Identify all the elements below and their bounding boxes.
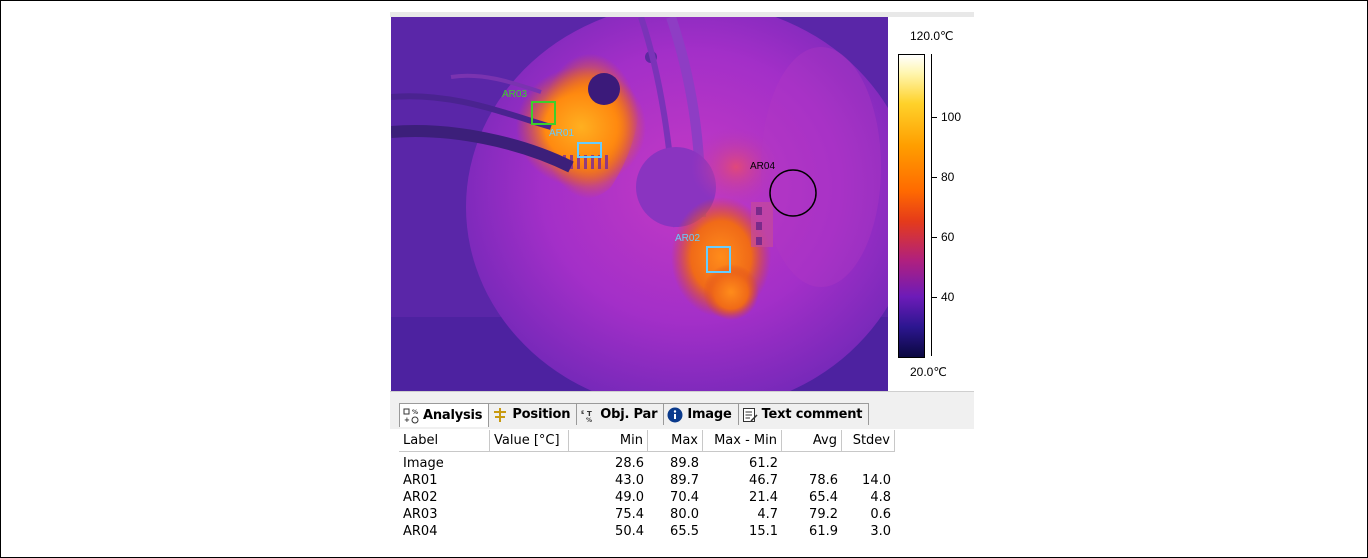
scale-tick-label: 60 <box>941 230 955 244</box>
cell-max-min: 46.7 <box>749 473 778 488</box>
table-row[interactable]: Image 28.6 89.8 61.2 <box>399 455 974 472</box>
column-header-max-min[interactable]: Max - Min <box>703 430 782 452</box>
scale-axis <box>931 54 932 356</box>
analysis-table: Label Value [°C] Min Max Max - Min Avg S… <box>399 430 974 557</box>
cell-avg: 61.9 <box>809 524 838 539</box>
temperature-scale: 120.0℃ 100 80 60 40 20.0℃ <box>888 17 974 391</box>
color-bar <box>898 54 925 358</box>
tab-label: Position <box>512 407 571 422</box>
table-header: Label Value [°C] Min Max Max - Min Avg S… <box>399 430 974 452</box>
tab-bar: % + Analysis Position ε T% Obj. Par Imag… <box>390 391 974 429</box>
table-row[interactable]: AR03 75.4 80.0 4.7 79.2 0.6 <box>399 506 974 523</box>
roi-label-ar04[interactable]: AR04 <box>750 161 775 172</box>
cell-stdev: 4.8 <box>870 490 891 505</box>
cell-max-min: 4.7 <box>757 507 778 522</box>
tab-label: Image <box>687 407 732 422</box>
cell-value <box>494 523 569 540</box>
svg-text:%: % <box>586 417 592 423</box>
thermal-image[interactable]: AR03 AR01 AR04 AR02 <box>391 17 888 391</box>
cell-min: 28.6 <box>615 456 644 471</box>
cell-max-min: 15.1 <box>749 524 778 539</box>
roi-label-ar03[interactable]: AR03 <box>502 89 527 100</box>
column-header-value[interactable]: Value [°C] <box>490 430 569 452</box>
tab-label: Analysis <box>423 408 483 423</box>
column-header-stdev[interactable]: Stdev <box>842 430 895 452</box>
cell-value <box>494 455 569 472</box>
column-header-label[interactable]: Label <box>399 430 490 452</box>
tab-position[interactable]: Position <box>488 403 578 425</box>
cell-stdev <box>842 455 891 472</box>
cell-max: 70.4 <box>670 490 699 505</box>
cell-stdev: 3.0 <box>870 524 891 539</box>
scale-min-label: 20.0℃ <box>910 365 947 379</box>
cell-max: 89.7 <box>670 473 699 488</box>
cell-label: Image <box>403 456 444 471</box>
thermal-image-canvas <box>391 17 888 391</box>
svg-text:%: % <box>412 409 418 416</box>
cell-stdev: 0.6 <box>870 507 891 522</box>
scale-tick <box>931 177 937 178</box>
scale-tick <box>931 117 937 118</box>
cell-label: AR04 <box>403 524 438 539</box>
text-comment-icon <box>742 407 758 423</box>
cell-min: 49.0 <box>615 490 644 505</box>
cell-max: 89.8 <box>670 456 699 471</box>
cell-stdev: 14.0 <box>862 473 891 488</box>
cell-value <box>494 506 569 523</box>
cell-label: AR03 <box>403 507 438 522</box>
cell-max-min: 61.2 <box>749 456 778 471</box>
tab-label: Text comment <box>761 407 863 422</box>
column-header-max[interactable]: Max <box>648 430 703 452</box>
scale-tick <box>931 297 937 298</box>
window-frame: AR03 AR01 AR04 AR02 120.0℃ 100 80 60 40 … <box>0 0 1368 558</box>
cell-max: 80.0 <box>670 507 699 522</box>
info-icon <box>667 407 683 423</box>
svg-text:ε: ε <box>581 409 584 416</box>
cell-min: 75.4 <box>615 507 644 522</box>
cell-min: 50.4 <box>615 524 644 539</box>
position-icon <box>492 407 508 423</box>
thermal-analysis-panel: AR03 AR01 AR04 AR02 120.0℃ 100 80 60 40 … <box>390 12 974 557</box>
cell-avg: 78.6 <box>809 473 838 488</box>
cell-min: 43.0 <box>615 473 644 488</box>
cell-max: 65.5 <box>670 524 699 539</box>
table-row[interactable]: AR04 50.4 65.5 15.1 61.9 3.0 <box>399 523 974 540</box>
analysis-icon: % + <box>403 408 419 424</box>
cell-label: AR02 <box>403 490 438 505</box>
scale-tick <box>931 237 937 238</box>
cell-value <box>494 472 569 489</box>
tab-analysis[interactable]: % + Analysis <box>399 403 490 427</box>
scale-tick-label: 40 <box>941 290 955 304</box>
cell-avg: 79.2 <box>809 507 838 522</box>
roi-label-ar01[interactable]: AR01 <box>549 128 574 139</box>
table-row[interactable]: AR02 49.0 70.4 21.4 65.4 4.8 <box>399 489 974 506</box>
tab-label: Obj. Par <box>600 407 658 422</box>
tab-object-parameter[interactable]: ε T% Obj. Par <box>576 403 665 425</box>
scale-tick-label: 80 <box>941 170 955 184</box>
svg-text:+: + <box>404 416 410 424</box>
scale-max-label: 120.0℃ <box>910 29 954 43</box>
scale-tick-label: 100 <box>941 110 962 124</box>
roi-label-ar02[interactable]: AR02 <box>675 233 700 244</box>
column-header-min[interactable]: Min <box>569 430 648 452</box>
cell-max-min: 21.4 <box>749 490 778 505</box>
cell-avg: 65.4 <box>809 490 838 505</box>
table-row[interactable]: AR01 43.0 89.7 46.7 78.6 14.0 <box>399 472 974 489</box>
cell-avg <box>782 455 838 472</box>
column-header-avg[interactable]: Avg <box>782 430 842 452</box>
cell-label: AR01 <box>403 473 438 488</box>
cell-value <box>494 489 569 506</box>
tab-text-comment[interactable]: Text comment <box>737 403 870 425</box>
tab-image[interactable]: Image <box>663 403 739 425</box>
object-parameter-icon: ε T% <box>580 407 596 424</box>
